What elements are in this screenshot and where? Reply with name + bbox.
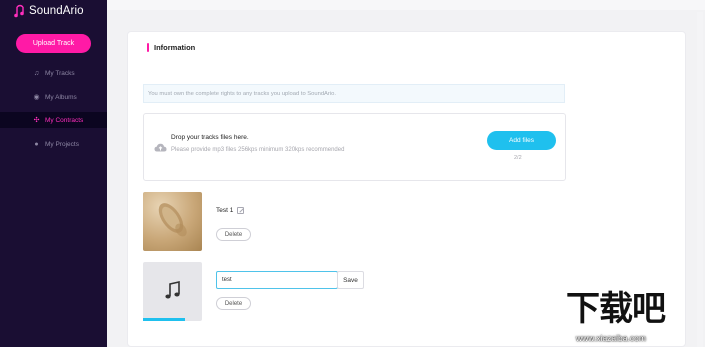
save-button[interactable]: Save bbox=[337, 271, 364, 289]
track-name: Test 1 bbox=[216, 207, 234, 214]
track-artwork bbox=[143, 192, 202, 251]
sidebar-item-my-projects[interactable]: ● My Projects bbox=[0, 136, 107, 152]
file-dropzone[interactable]: Drop your tracks files here. Please prov… bbox=[143, 113, 566, 181]
disc-icon: ◉ bbox=[33, 94, 40, 101]
files-count: 2/2 bbox=[514, 155, 522, 161]
watermark-logo-text: 下载吧 bbox=[566, 289, 666, 329]
upload-progress-bar bbox=[143, 318, 186, 321]
dropzone-hint: Please provide mp3 files 256kps minimum … bbox=[171, 147, 345, 153]
logo-icon bbox=[14, 4, 24, 18]
music-note-icon bbox=[165, 281, 180, 299]
sidebar: SoundArio Upload Track ♫ My Tracks ◉ My … bbox=[0, 0, 107, 347]
edit-icon[interactable] bbox=[237, 207, 245, 214]
sidebar-item-label: My Projects bbox=[45, 140, 79, 148]
top-bar bbox=[107, 0, 705, 10]
section-title: Information bbox=[154, 43, 196, 52]
delete-track-button[interactable]: Delete bbox=[216, 228, 251, 241]
sidebar-item-my-tracks[interactable]: ♫ My Tracks bbox=[0, 65, 107, 81]
watermark: 下载吧 www.xiazaiba.com bbox=[566, 290, 705, 347]
sidebar-item-label: My Contracts bbox=[45, 116, 84, 124]
logo-text: SoundArio bbox=[29, 5, 84, 17]
section-accent-bar bbox=[147, 43, 149, 52]
sidebar-item-my-contracts[interactable]: ✣ My Contracts bbox=[0, 112, 107, 128]
track-title: Test 1 bbox=[216, 207, 245, 214]
sidebar-item-label: My Tracks bbox=[45, 69, 75, 77]
track-artwork-placeholder bbox=[143, 262, 202, 321]
sidebar-item-label: My Albums bbox=[45, 93, 77, 101]
watermark-url: www.xiazaiba.com bbox=[576, 333, 646, 343]
dropzone-title: Drop your tracks files here. bbox=[171, 134, 249, 141]
delete-track-button[interactable]: Delete bbox=[216, 297, 251, 310]
music-note-icon: ♫ bbox=[33, 69, 40, 77]
user-icon: ● bbox=[34, 140, 39, 148]
upload-track-button[interactable]: Upload Track bbox=[16, 34, 91, 53]
footprint-image bbox=[158, 203, 187, 237]
sidebar-item-my-albums[interactable]: ◉ My Albums bbox=[0, 89, 107, 105]
cloud-upload-icon bbox=[154, 143, 167, 152]
track-name-input[interactable] bbox=[216, 271, 338, 289]
contracts-icon: ✣ bbox=[33, 117, 40, 124]
rights-notice: You must own the complete rights to any … bbox=[143, 84, 565, 103]
logo[interactable]: SoundArio bbox=[14, 4, 84, 18]
add-files-button[interactable]: Add files bbox=[487, 131, 556, 150]
section-header: Information bbox=[147, 43, 195, 52]
